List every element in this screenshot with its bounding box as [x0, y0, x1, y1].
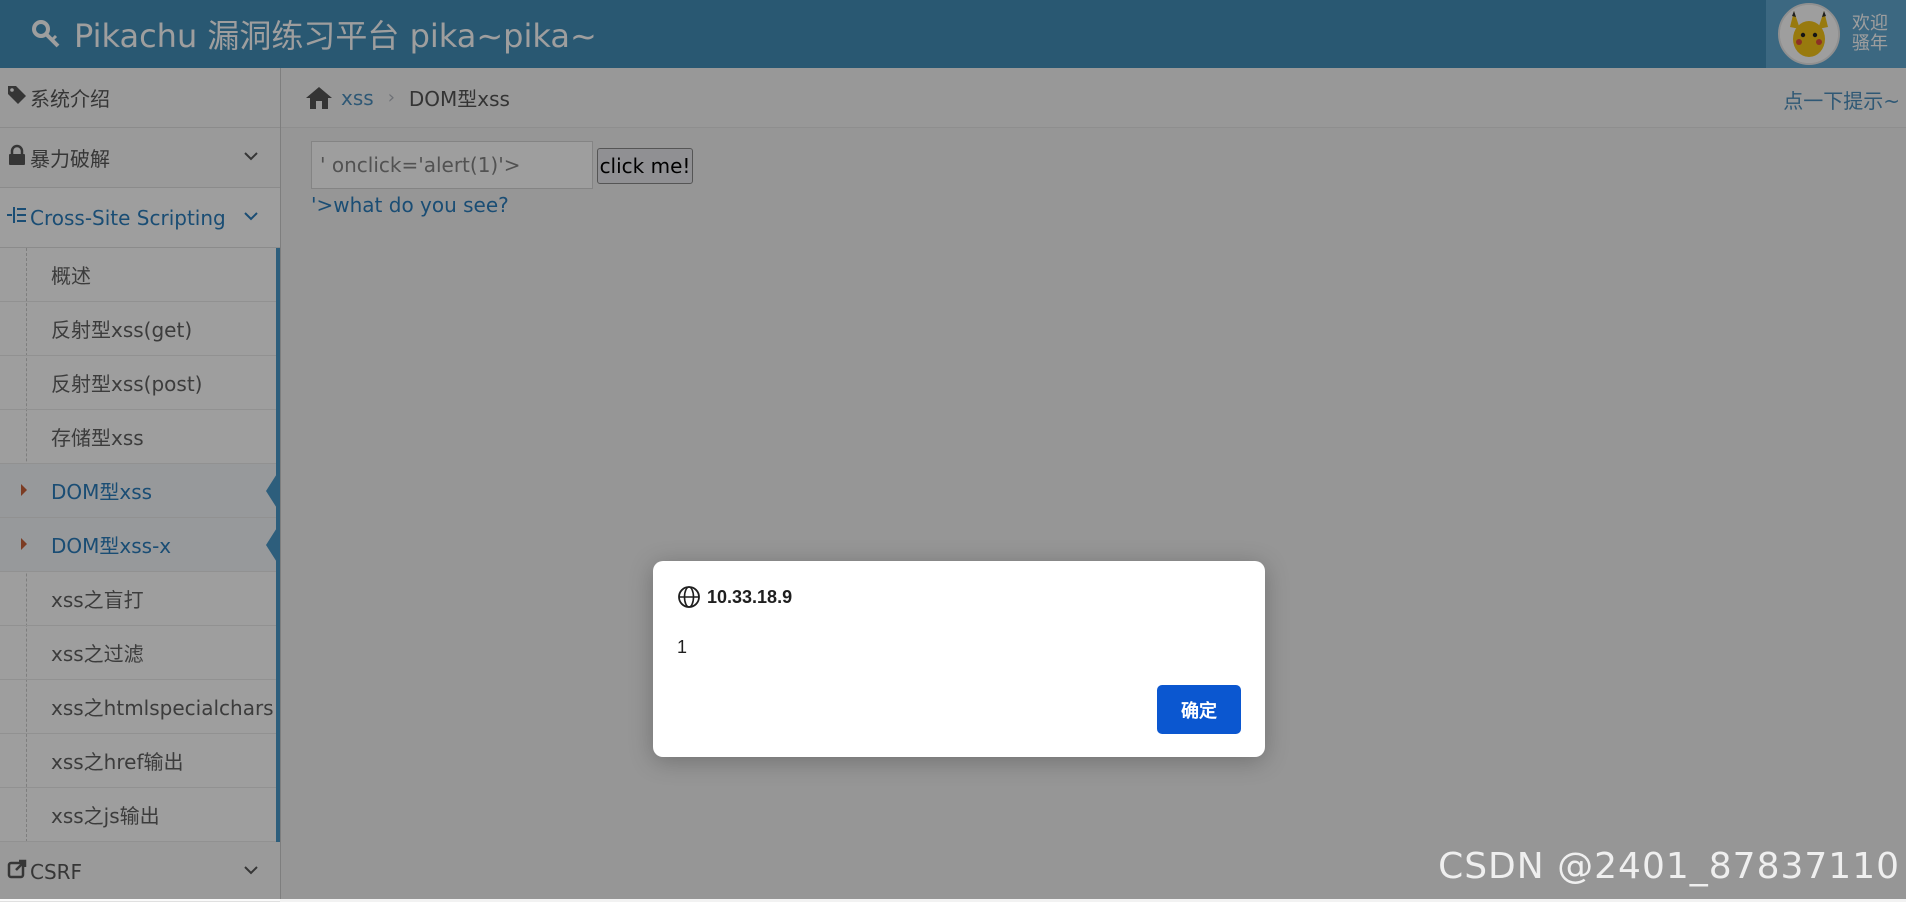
dialog-title: 10.33.18.9: [707, 586, 793, 607]
watermark: CSDN @2401_87837110: [1438, 846, 1900, 887]
ok-button[interactable]: 确定: [1157, 685, 1241, 734]
modal-overlay: [0, 0, 1906, 899]
dialog-header: 10.33.18.9: [677, 585, 792, 609]
dialog-message: 1: [677, 637, 688, 657]
globe-icon: [678, 586, 700, 608]
alert-dialog: 10.33.18.9 1 确定: [653, 561, 1265, 757]
